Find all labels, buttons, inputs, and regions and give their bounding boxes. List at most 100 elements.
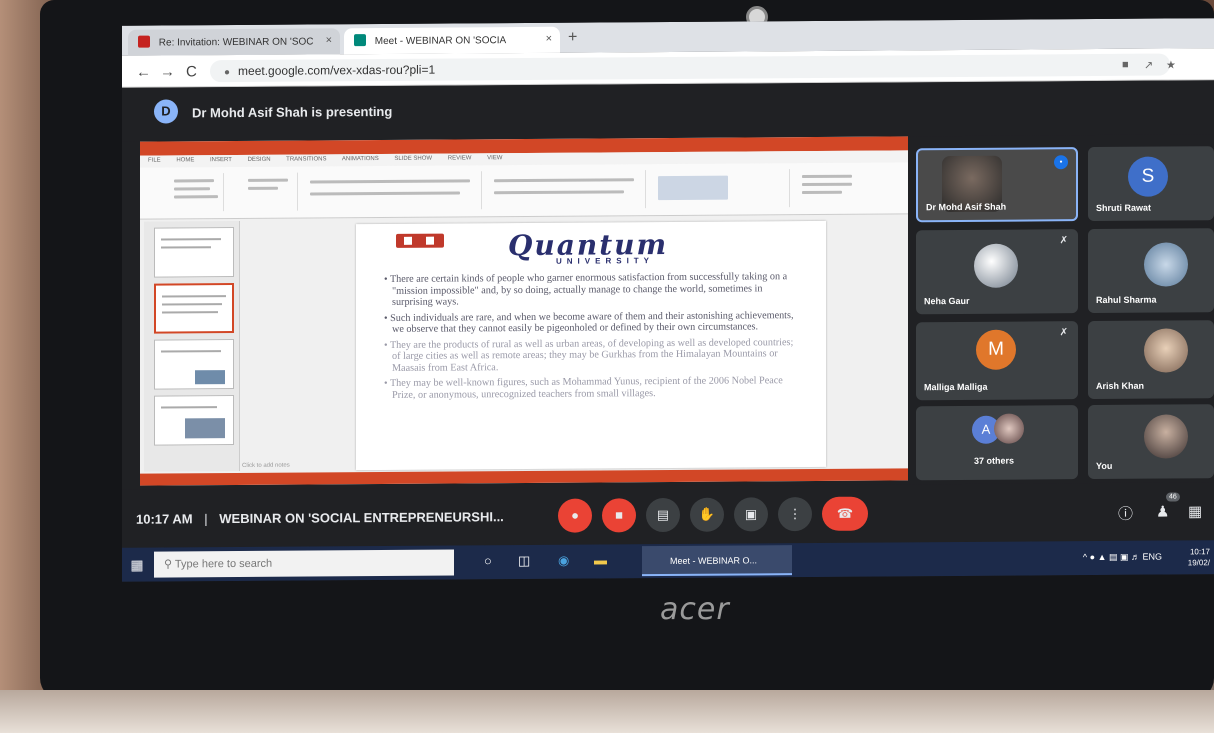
ppt-tab-insert[interactable]: INSERT bbox=[210, 157, 232, 163]
raise-hand-button[interactable]: ✋ bbox=[690, 497, 724, 532]
meet-control-bar: 10:17 AM | WEBINAR ON 'SOCIAL ENTREPRENE… bbox=[122, 482, 1214, 548]
back-button[interactable]: ← bbox=[136, 64, 151, 81]
participant-photo bbox=[1144, 242, 1188, 287]
search-icon: ⚲ bbox=[164, 558, 173, 571]
slide-thumbnail[interactable] bbox=[154, 227, 234, 278]
lock-icon: ● bbox=[224, 67, 231, 79]
participant-tile-self[interactable]: You bbox=[1088, 404, 1214, 480]
task-view-icon[interactable]: ◫ bbox=[518, 553, 530, 569]
gmail-icon bbox=[138, 35, 150, 48]
ppt-tab-slideshow[interactable]: SLIDE SHOW bbox=[394, 156, 432, 162]
camera-indicator-icon[interactable]: ■ bbox=[1122, 59, 1129, 71]
mic-off-button[interactable]: ● bbox=[558, 498, 592, 533]
laptop-screen: Re: Invitation: WEBINAR ON 'SOC × Meet -… bbox=[122, 18, 1214, 582]
taskbar-search-placeholder: Type here to search bbox=[174, 557, 273, 571]
ppt-tab-transitions[interactable]: TRANSITIONS bbox=[286, 156, 326, 162]
participant-tile-others[interactable]: A 37 others bbox=[916, 405, 1078, 481]
ppt-tab-review[interactable]: REVIEW bbox=[448, 155, 472, 161]
leave-call-button[interactable]: ☎ bbox=[822, 496, 868, 531]
ribbon-clipboard[interactable] bbox=[144, 173, 224, 212]
close-tab-icon[interactable]: × bbox=[326, 34, 332, 46]
meeting-info-icon[interactable]: ⓘ bbox=[1118, 503, 1133, 524]
slide-bullet: • There are certain kinds of people who … bbox=[384, 271, 788, 308]
ppt-status-bar bbox=[140, 468, 908, 486]
slide-thumbnail[interactable] bbox=[154, 339, 234, 390]
slide-logo-subtitle: UNIVERSITY bbox=[556, 256, 655, 266]
ribbon-slides[interactable] bbox=[228, 172, 298, 212]
ppt-ribbon bbox=[140, 162, 908, 220]
university-logo-mark bbox=[396, 233, 444, 248]
url-field[interactable]: ● meet.google.com/vex-xdas-rou?pli=1 bbox=[210, 53, 1170, 83]
participant-avatar: S bbox=[1128, 156, 1168, 197]
participant-avatar: M bbox=[976, 329, 1016, 370]
taskbar-chrome-app[interactable]: Meet - WEBINAR O... bbox=[642, 545, 792, 577]
mic-off-icon: ✗ bbox=[1059, 235, 1068, 247]
present-button[interactable]: ▣ bbox=[734, 497, 768, 532]
star-icon[interactable]: ★ bbox=[1166, 58, 1176, 71]
slide-thumbnail-selected[interactable] bbox=[154, 283, 234, 334]
more-options-button[interactable]: ⋮ bbox=[778, 496, 812, 532]
ribbon-editing[interactable] bbox=[794, 168, 894, 207]
ribbon-font[interactable] bbox=[302, 171, 482, 211]
ribbon-drawing[interactable] bbox=[650, 169, 790, 209]
laptop-brand-logo: acer bbox=[660, 592, 730, 627]
forward-button[interactable]: → bbox=[160, 63, 175, 80]
participant-tile[interactable]: Rahul Sharma bbox=[1088, 228, 1214, 314]
ppt-tab-view[interactable]: VIEW bbox=[487, 155, 502, 161]
taskbar-clock[interactable]: 10:17 19/02/ bbox=[1188, 546, 1210, 568]
participant-tile[interactable]: S Shruti Rawat bbox=[1088, 146, 1214, 222]
ppt-tab-design[interactable]: DESIGN bbox=[248, 157, 271, 163]
camera-off-button[interactable]: ■ bbox=[602, 498, 636, 533]
shared-screen: FILE HOME INSERT DESIGN TRANSITIONS ANIM… bbox=[140, 136, 908, 486]
ppt-tab-file[interactable]: FILE bbox=[148, 158, 161, 164]
participant-photo bbox=[1144, 328, 1188, 373]
participant-photo bbox=[1144, 414, 1188, 459]
windows-start-icon[interactable]: ▦ bbox=[122, 548, 152, 582]
notes-placeholder[interactable]: Click to add notes bbox=[242, 463, 290, 469]
file-explorer-icon[interactable]: ▬ bbox=[594, 552, 607, 567]
taskbar-search[interactable]: ⚲ Type here to search bbox=[154, 549, 454, 578]
language-indicator[interactable]: ENG bbox=[1142, 552, 1162, 562]
presenting-text: Dr Mohd Asif Shah is presenting bbox=[192, 103, 393, 121]
participant-name: Dr Mohd Asif Shah bbox=[926, 201, 1007, 213]
tab-label: Meet - WEBINAR ON 'SOCIA bbox=[374, 35, 507, 48]
taskbar-date: 19/02/ bbox=[1187, 558, 1210, 568]
slide-bullet: • They are the products of rural as well… bbox=[384, 336, 794, 374]
participant-tile[interactable]: ✗ Neha Gaur bbox=[916, 229, 1078, 315]
system-tray[interactable]: ^ ● ▲ ▤ ▣ ♬ ENG bbox=[1083, 552, 1162, 564]
people-icon[interactable]: ♟ bbox=[1156, 502, 1169, 520]
edge-icon[interactable]: ◉ bbox=[558, 553, 569, 569]
participant-tile[interactable]: Arish Khan bbox=[1088, 320, 1214, 400]
participant-tile[interactable]: M ✗ Malliga Malliga bbox=[916, 321, 1078, 401]
chat-icon[interactable]: ▦ bbox=[1188, 502, 1202, 520]
meeting-title: WEBINAR ON 'SOCIAL ENTREPRENEURSHI... bbox=[219, 509, 504, 527]
participant-photo bbox=[994, 413, 1024, 444]
captions-button[interactable]: ▤ bbox=[646, 497, 680, 533]
participant-name: 37 others bbox=[974, 455, 1015, 466]
photo-scene: acer Re: Invitation: WEBINAR ON 'SOC × M… bbox=[0, 0, 1214, 733]
tray-icons[interactable]: ^ ● ▲ ▤ ▣ ♬ bbox=[1083, 552, 1143, 562]
cortana-icon[interactable]: ○ bbox=[484, 553, 492, 568]
meeting-time: 10:17 AM bbox=[136, 511, 193, 527]
participant-name: Arish Khan bbox=[1096, 380, 1145, 392]
tab-gmail-invitation[interactable]: Re: Invitation: WEBINAR ON 'SOC × bbox=[128, 28, 340, 56]
ppt-tab-home[interactable]: HOME bbox=[176, 157, 194, 163]
mic-off-icon: ✗ bbox=[1059, 327, 1068, 339]
meet-icon bbox=[354, 34, 366, 47]
meeting-time-and-title: 10:17 AM | WEBINAR ON 'SOCIAL ENTREPRENE… bbox=[136, 509, 504, 527]
slide-bullet: • They may be well-known figures, such a… bbox=[384, 375, 783, 401]
participant-tile[interactable]: • Dr Mohd Asif Shah bbox=[916, 147, 1078, 223]
people-count-badge: 46 bbox=[1166, 492, 1180, 502]
ribbon-paragraph[interactable] bbox=[486, 170, 646, 210]
share-icon[interactable]: ↗ bbox=[1144, 59, 1153, 72]
participant-photo bbox=[974, 243, 1018, 288]
close-tab-icon[interactable]: × bbox=[546, 33, 552, 45]
new-tab-button[interactable]: + bbox=[568, 29, 577, 47]
tab-label: Re: Invitation: WEBINAR ON 'SOC bbox=[158, 36, 314, 49]
ppt-tab-animations[interactable]: ANIMATIONS bbox=[342, 156, 379, 162]
tab-meet[interactable]: Meet - WEBINAR ON 'SOCIA × bbox=[344, 26, 560, 55]
taskbar-time: 10:17 bbox=[1189, 547, 1210, 557]
speaking-indicator-icon: • bbox=[1054, 155, 1068, 170]
slide-thumbnail[interactable] bbox=[154, 395, 234, 446]
reload-button[interactable]: C bbox=[186, 63, 197, 80]
